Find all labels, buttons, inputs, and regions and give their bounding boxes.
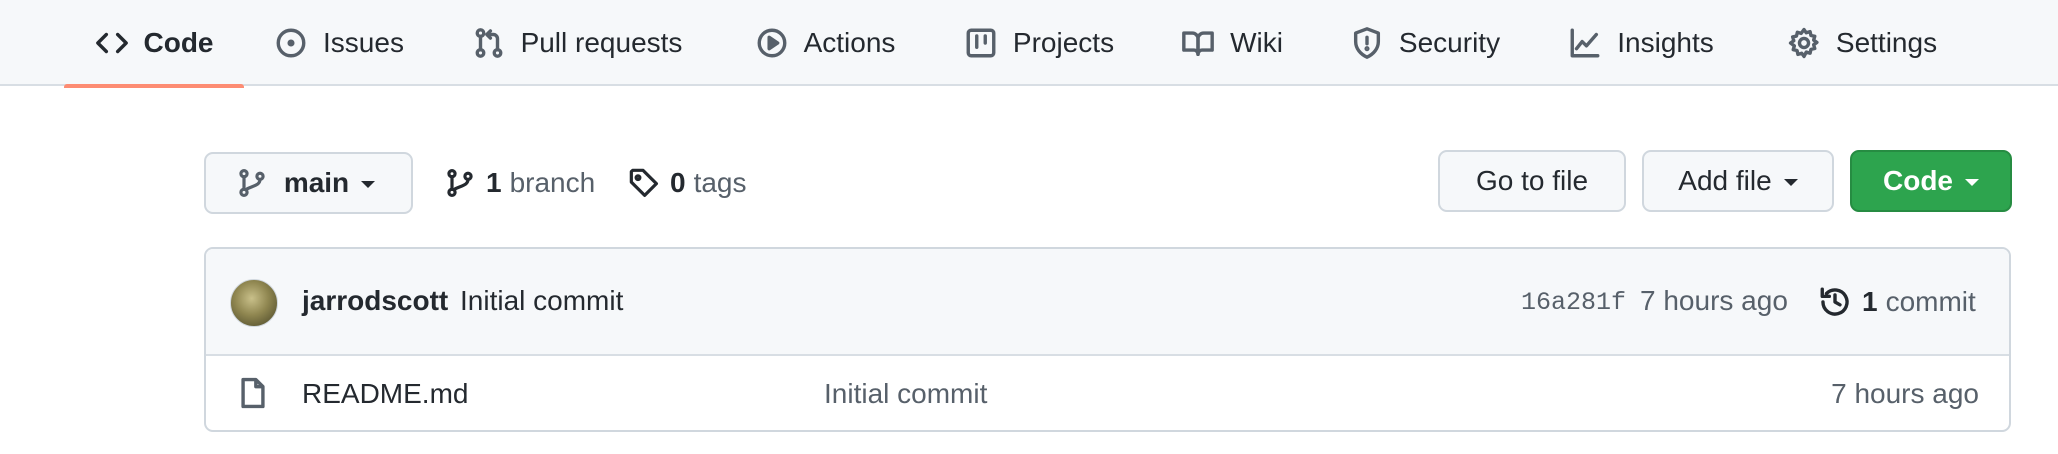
go-to-file-button[interactable]: Go to file [1438, 150, 1626, 212]
chevron-down-icon [1965, 179, 1979, 186]
file-list-box: jarrodscott Initial commit 16a281f 7 hou… [204, 247, 2011, 432]
tab-label: Insights [1617, 27, 1714, 58]
play-icon [755, 26, 789, 60]
file-name[interactable]: README.md [302, 378, 468, 410]
chevron-down-icon [1783, 179, 1798, 186]
table-icon [964, 26, 998, 60]
avatar[interactable] [230, 279, 278, 327]
file-last-commit[interactable]: Initial commit [824, 378, 987, 410]
latest-commit-header: jarrodscott Initial commit 16a281f 7 hou… [206, 249, 2009, 356]
code-icon [95, 26, 129, 60]
tag-label: tags [693, 167, 747, 198]
commit-count: 1 [1862, 286, 1878, 317]
tab-issues[interactable]: Issues [270, 0, 408, 86]
tag-icon [628, 167, 670, 199]
graph-icon [1568, 26, 1602, 60]
list-item: README.md Initial commit 7 hours ago [206, 356, 2009, 430]
branch-select-button[interactable]: main [204, 152, 413, 214]
branch-label: branch [509, 167, 596, 198]
book-icon [1181, 26, 1215, 60]
repo-nav: Code Issues Pull requests Actions Projec… [0, 0, 2058, 88]
tab-label: Pull requests [520, 27, 683, 58]
commit-age: 7 hours ago [1640, 285, 1788, 316]
tab-wiki[interactable]: Wiki [1180, 0, 1284, 86]
git-branch-icon [444, 167, 486, 199]
code-button[interactable]: Code [1850, 150, 2012, 212]
code-button-label: Code [1883, 165, 1953, 196]
file-age: 7 hours ago [1831, 378, 1979, 409]
tab-label: Code [143, 27, 214, 58]
commit-history-link[interactable]: 1 commit [1818, 275, 1976, 329]
tab-settings[interactable]: Settings [1780, 0, 1944, 86]
shield-icon [1350, 26, 1384, 60]
branches-link[interactable]: 1 branch [444, 152, 595, 214]
add-file-button[interactable]: Add file [1642, 150, 1834, 212]
tab-label: Security [1398, 27, 1501, 58]
branch-name: main [283, 167, 350, 198]
commit-message[interactable]: Initial commit [460, 285, 623, 317]
tab-actions[interactable]: Actions [749, 0, 901, 86]
tab-code[interactable]: Code [64, 0, 244, 88]
tab-label: Wiki [1230, 27, 1283, 58]
tab-label: Issues [323, 27, 404, 58]
file-icon [236, 376, 270, 410]
tab-pull-requests[interactable]: Pull requests [468, 0, 686, 86]
tab-label: Settings [1835, 27, 1938, 58]
commit-label: commit [1885, 286, 1976, 317]
tags-link[interactable]: 0 tags [628, 152, 747, 214]
tab-label: Projects [1012, 27, 1115, 58]
issue-opened-icon [274, 26, 308, 60]
history-icon [1818, 285, 1862, 319]
tag-count: 0 [670, 167, 686, 198]
chevron-down-icon [361, 181, 376, 188]
add-file-label: Add file [1678, 165, 1772, 196]
tab-label: Actions [803, 27, 896, 58]
branch-count: 1 [486, 167, 502, 198]
go-to-file-label: Go to file [1475, 165, 1589, 196]
git-pull-request-icon [472, 26, 506, 60]
tab-security[interactable]: Security [1347, 0, 1503, 86]
commit-sha[interactable]: 16a281f [1521, 288, 1626, 317]
tab-insights[interactable]: Insights [1566, 0, 1716, 86]
git-branch-icon [236, 167, 268, 199]
tab-projects[interactable]: Projects [961, 0, 1117, 86]
gear-icon [1787, 26, 1821, 60]
commit-author[interactable]: jarrodscott [302, 285, 448, 317]
